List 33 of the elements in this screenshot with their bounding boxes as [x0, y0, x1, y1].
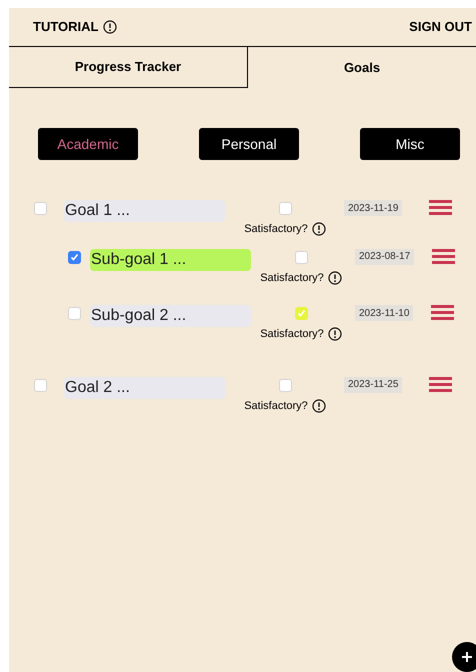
goal-title-field[interactable]: Goal 2 ...	[64, 376, 225, 398]
checkmark-icon	[70, 252, 79, 262]
category-button[interactable]: Academic	[38, 128, 138, 160]
info-icon	[103, 20, 118, 34]
date-field[interactable]: 2023-08-17	[355, 248, 414, 264]
info-icon	[312, 222, 326, 236]
goal-title-field[interactable]: Sub-goal 1 ...	[90, 248, 251, 270]
category-button[interactable]: Personal	[199, 128, 299, 160]
checkbox[interactable]	[68, 250, 81, 264]
info-icon	[328, 327, 342, 342]
satisfactory-label: Satisfactory?	[244, 222, 308, 237]
info-icon	[312, 398, 326, 413]
goal-title-field[interactable]: Goal 1 ...	[64, 200, 225, 222]
add-button[interactable]	[452, 642, 476, 672]
menu-icon[interactable]	[432, 248, 456, 264]
info-icon	[328, 270, 342, 285]
satisfactory-label: Satisfactory?	[244, 398, 308, 414]
date-field[interactable]: 2023-11-25	[344, 376, 402, 392]
satisfactory-label: Satisfactory?	[260, 270, 324, 286]
menu-icon[interactable]	[429, 200, 452, 215]
tab[interactable]: Goals	[248, 47, 476, 88]
date-field[interactable]: 2023-11-10	[355, 305, 414, 321]
tab[interactable]: Progress Tracker	[9, 47, 248, 88]
sign-out-button[interactable]: SIGN OUT	[409, 17, 472, 37]
menu-icon[interactable]	[429, 376, 452, 392]
menu-icon[interactable]	[431, 305, 454, 320]
date-field[interactable]: 2023-11-19	[344, 200, 402, 216]
satisfactory-label: Satisfactory?	[260, 327, 324, 342]
plus-icon	[461, 651, 473, 663]
checkmark-icon	[296, 309, 306, 318]
category-button[interactable]: Misc	[360, 128, 460, 160]
tutorial-button[interactable]: TUTORIAL	[33, 17, 118, 37]
goal-title-field[interactable]: Sub-goal 2 ...	[90, 305, 251, 327]
